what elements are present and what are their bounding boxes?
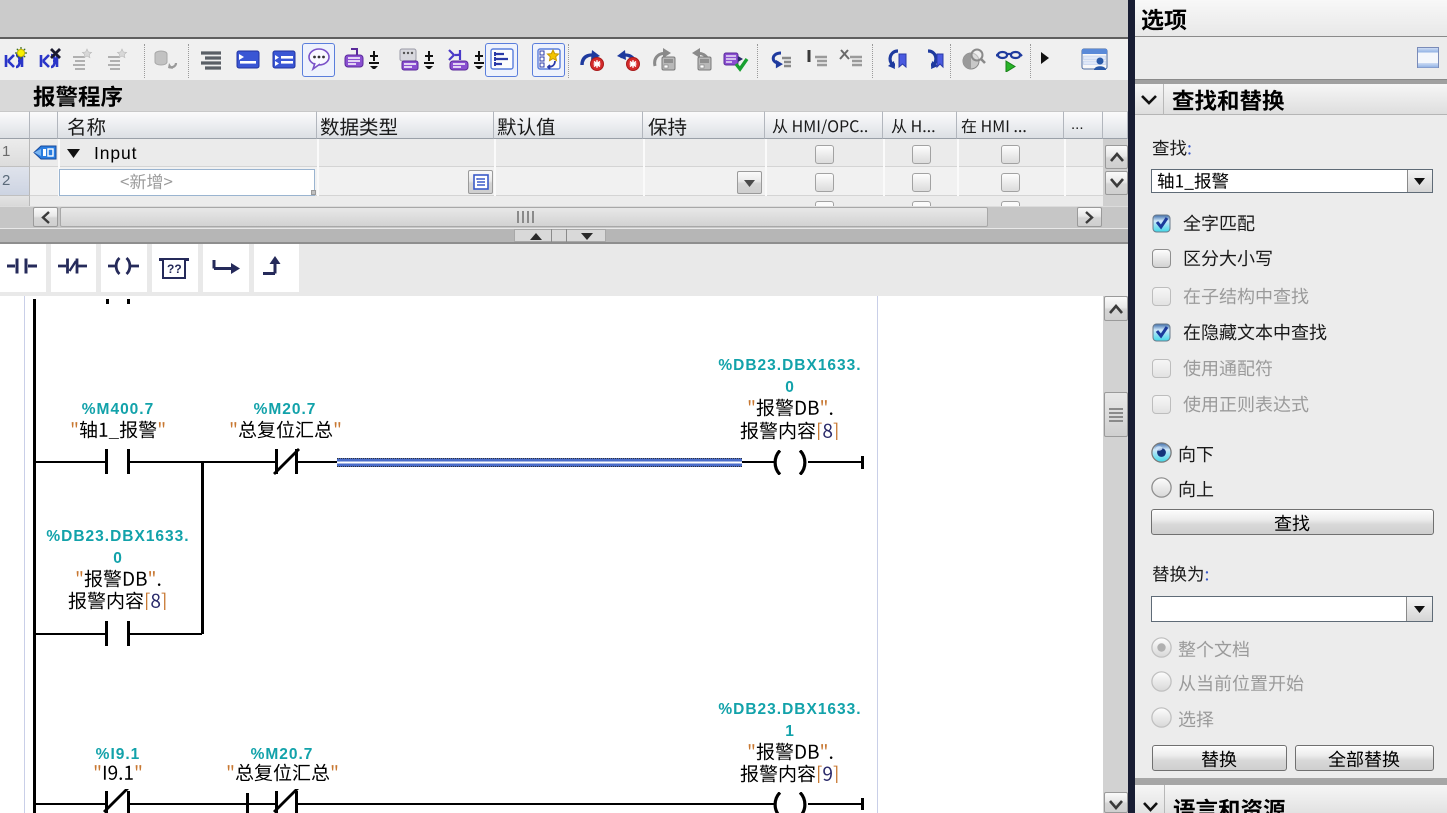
svg-text:??: ?? [167,262,182,276]
